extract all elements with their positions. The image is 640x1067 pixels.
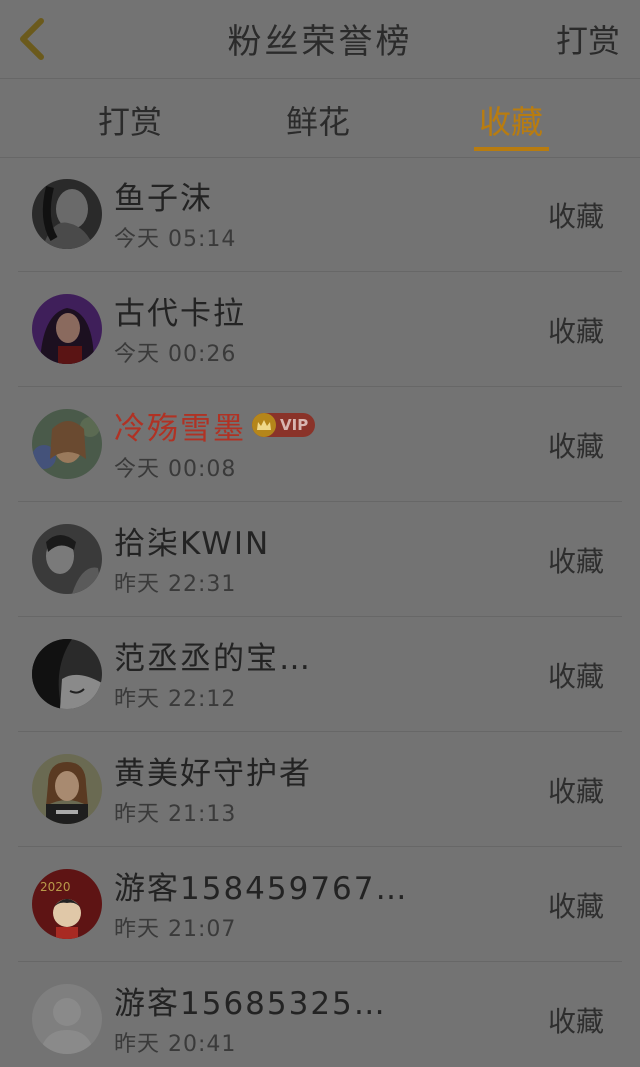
timestamp: 昨天 22:31 [114, 572, 237, 597]
list-item[interactable]: 拾柒KWIN 昨天 22:31 收藏 [18, 502, 622, 617]
page-title: 粉丝荣誉榜 [227, 22, 413, 62]
list-item[interactable]: 黄美好守护者 昨天 21:13 收藏 [18, 732, 622, 847]
favorite-label: 收藏 [547, 200, 604, 233]
tab-favorites[interactable]: 收藏 [451, 97, 571, 143]
list-item[interactable]: 2020 游客158459767… 昨天 21:07 收藏 [18, 847, 622, 962]
favorite-label: 收藏 [547, 660, 604, 693]
user-name: 范丞丞的宝… [114, 640, 312, 677]
vip-label: VIP [280, 416, 309, 434]
avatar[interactable] [32, 179, 102, 249]
active-tab-indicator [474, 147, 549, 151]
list-item[interactable]: 冷殇雪墨 VIP 今天 00:08 收藏 [18, 387, 622, 502]
user-name: 游客158459767… [114, 870, 409, 907]
list-item[interactable]: 古代卡拉 今天 00:26 收藏 [18, 272, 622, 387]
favorite-label: 收藏 [547, 775, 604, 808]
top-bar: 粉丝荣誉榜 打赏 [0, 0, 640, 79]
fan-list: 鱼子沫 今天 05:14 收藏 古代卡拉 今天 00:26 收藏 冷殇雪墨 VI… [0, 157, 640, 1067]
avatar[interactable] [32, 409, 102, 479]
svg-text:2020: 2020 [40, 880, 71, 894]
favorite-label: 收藏 [547, 545, 604, 578]
timestamp: 今天 00:08 [114, 457, 237, 482]
user-name: 鱼子沫 [114, 180, 213, 217]
list-item[interactable]: 鱼子沫 今天 05:14 收藏 [18, 157, 622, 272]
default-avatar-icon[interactable] [32, 984, 102, 1054]
user-name: 冷殇雪墨 [114, 410, 246, 447]
avatar[interactable] [32, 524, 102, 594]
avatar[interactable]: 2020 [32, 869, 102, 939]
tab-bar: 打赏 鲜花 收藏 [0, 79, 640, 158]
favorite-label: 收藏 [547, 315, 604, 348]
back-button[interactable] [10, 12, 54, 66]
crown-icon [252, 413, 276, 437]
user-name: 古代卡拉 [114, 295, 246, 332]
avatar[interactable] [32, 754, 102, 824]
timestamp: 今天 05:14 [114, 227, 237, 252]
tab-tip[interactable]: 打赏 [70, 97, 190, 143]
vip-badge: VIP [252, 413, 316, 437]
avatar[interactable] [32, 294, 102, 364]
user-name: 黄美好守护者 [114, 755, 312, 792]
app-screen: 粉丝荣誉榜 打赏 打赏 鲜花 收藏 鱼子沫 今天 05:14 收藏 古代卡拉 今… [0, 0, 640, 1067]
tip-button[interactable]: 打赏 [556, 16, 620, 62]
favorite-label: 收藏 [547, 430, 604, 463]
timestamp: 今天 00:26 [114, 342, 237, 367]
timestamp: 昨天 20:41 [114, 1032, 237, 1057]
timestamp: 昨天 21:07 [114, 917, 237, 942]
list-item[interactable]: 游客15685325… 昨天 20:41 收藏 [18, 962, 622, 1067]
list-item[interactable]: 范丞丞的宝… 昨天 22:12 收藏 [18, 617, 622, 732]
user-name: 游客15685325… [114, 985, 387, 1022]
user-name: 拾柒KWIN [114, 525, 271, 562]
favorite-label: 收藏 [547, 890, 604, 923]
chevron-left-icon [20, 18, 44, 60]
favorite-label: 收藏 [547, 1005, 604, 1038]
tab-flowers[interactable]: 鲜花 [258, 97, 378, 143]
timestamp: 昨天 21:13 [114, 802, 237, 827]
timestamp: 昨天 22:12 [114, 687, 237, 712]
avatar[interactable] [32, 639, 102, 709]
